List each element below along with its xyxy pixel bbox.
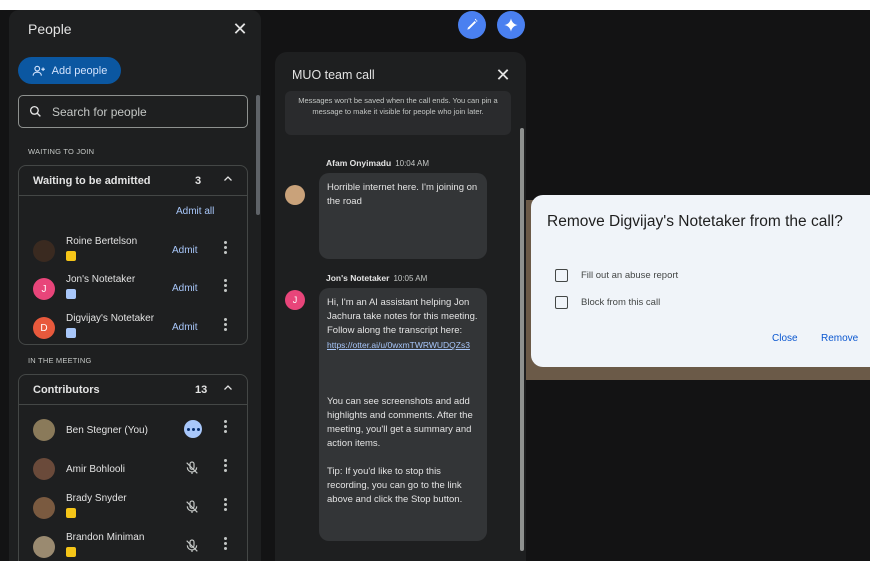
block-label: Block from this call: [581, 297, 661, 308]
close-icon: ✕: [232, 19, 248, 39]
participant-name: Roine Bertelson: [66, 236, 138, 247]
more-options-icon[interactable]: [224, 498, 228, 512]
more-actions-icon[interactable]: [184, 420, 202, 438]
admit-all-button[interactable]: Admit all: [176, 206, 214, 217]
add-person-icon: [32, 65, 45, 76]
sparkle-icon: [504, 18, 518, 32]
avatar: J: [33, 278, 55, 300]
add-people-label: Add people: [51, 64, 108, 77]
message-time: 10:04 AM: [395, 159, 429, 168]
mic-off-icon: [186, 539, 198, 552]
remove-participant-dialog: Remove Digvijay's Notetaker from the cal…: [531, 195, 870, 367]
close-chat-button[interactable]: ✕: [494, 66, 512, 84]
more-options-icon[interactable]: [224, 537, 228, 551]
badge-icon: [66, 508, 76, 518]
message-text: You can see screenshots and add highligh…: [327, 396, 473, 449]
dialog-title: Remove Digvijay's Notetaker from the cal…: [547, 213, 843, 230]
message-header: Jon's Notetaker 10:05 AM: [326, 273, 427, 283]
people-scrollbar[interactable]: [256, 95, 260, 215]
participant-name: Brady Snyder: [66, 493, 127, 504]
message-header: Afam Onyimadu 10:04 AM: [326, 158, 429, 168]
more-options-icon[interactable]: [224, 318, 228, 332]
gemini-button[interactable]: [497, 11, 525, 39]
more-options-icon[interactable]: [224, 459, 228, 473]
message-bubble: Horrible internet here. I'm joining on t…: [319, 173, 487, 259]
more-options-icon[interactable]: [224, 279, 228, 293]
contributor-row: Amir Bohlooli: [18, 450, 248, 486]
abuse-report-checkbox[interactable]: [555, 269, 568, 282]
contributors-group-header[interactable]: Contributors 13: [19, 375, 247, 405]
message-time: 10:05 AM: [393, 274, 428, 283]
waiting-row: J Jon's Notetaker Admit: [18, 270, 248, 306]
chat-notice: Messages won't be saved when the call en…: [285, 91, 511, 135]
remove-button[interactable]: Remove: [821, 333, 858, 344]
message-author: Jon's Notetaker: [326, 273, 390, 283]
avatar: [33, 240, 55, 262]
waiting-section-label: WAITING TO JOIN: [28, 147, 95, 156]
participant-name: Jon's Notetaker: [66, 274, 136, 285]
message-text: Horrible internet here. I'm joining on t…: [327, 182, 478, 207]
people-panel: People ✕ Add people Search for people WA…: [9, 10, 261, 561]
avatar: [33, 497, 55, 519]
message-text: Tip: If you'd like to stop this recordin…: [327, 466, 463, 505]
pen-icon: [467, 18, 478, 30]
participant-name: Brandon Miniman: [66, 532, 145, 543]
contributor-row: Ben Stegner (You): [18, 411, 248, 447]
close-button[interactable]: Close: [772, 333, 798, 344]
avatar: [285, 185, 305, 205]
avatar: [33, 536, 55, 558]
badge-icon: [66, 251, 76, 261]
participant-name: Amir Bohlooli: [66, 464, 125, 475]
waiting-row: D Digvijay's Notetaker Admit: [18, 309, 248, 345]
waiting-group-title: Waiting to be admitted: [33, 175, 151, 187]
badge-icon: [66, 547, 76, 557]
participant-name: Ben Stegner (You): [66, 425, 148, 436]
contributor-row: Brady Snyder: [18, 489, 248, 525]
meeting-section-label: IN THE MEETING: [28, 356, 92, 365]
chevron-up-icon[interactable]: [222, 382, 234, 394]
avatar: [33, 419, 55, 441]
add-people-button[interactable]: Add people: [18, 57, 121, 84]
transcript-link[interactable]: https://otter.ai/u/0wxmTWRWUDQZs3: [327, 340, 470, 350]
search-people-input[interactable]: Search for people: [18, 95, 248, 128]
pen-tool-button[interactable]: [458, 11, 486, 39]
avatar: [33, 458, 55, 480]
bot-badge-icon: [66, 328, 76, 338]
contributor-row: Brandon Miniman: [18, 528, 248, 561]
close-icon: ✕: [495, 65, 511, 85]
contributors-count: 13: [195, 384, 208, 396]
mic-off-icon: [186, 461, 198, 474]
message-text: Hi, I'm an AI assistant helping Jon Jach…: [327, 297, 478, 336]
block-checkbox[interactable]: [555, 296, 568, 309]
bot-badge-icon: [66, 289, 76, 299]
waiting-count: 3: [195, 175, 202, 187]
waiting-row: Roine Bertelson Admit: [18, 232, 248, 268]
chat-scrollbar[interactable]: [520, 128, 524, 551]
mic-off-icon: [186, 500, 198, 513]
search-icon: [29, 105, 41, 117]
chat-title: MUO team call: [292, 68, 375, 82]
people-panel-title: People: [28, 21, 72, 37]
message-bubble: Hi, I'm an AI assistant helping Jon Jach…: [319, 288, 487, 541]
avatar: J: [285, 290, 305, 310]
search-placeholder: Search for people: [52, 104, 147, 119]
close-people-panel-button[interactable]: ✕: [231, 20, 249, 38]
admit-button[interactable]: Admit: [172, 322, 198, 333]
more-options-icon[interactable]: [224, 420, 228, 434]
admit-button[interactable]: Admit: [172, 245, 198, 256]
avatar: D: [33, 317, 55, 339]
chevron-up-icon[interactable]: [222, 173, 234, 185]
message-author: Afam Onyimadu: [326, 158, 392, 168]
admit-button[interactable]: Admit: [172, 283, 198, 294]
contributors-group-title: Contributors: [33, 384, 100, 396]
participant-name: Digvijay's Notetaker: [66, 313, 155, 324]
abuse-report-label: Fill out an abuse report: [581, 270, 679, 281]
waiting-group-header[interactable]: Waiting to be admitted 3: [19, 166, 247, 196]
chat-panel: MUO team call ✕ Messages won't be saved …: [275, 52, 526, 561]
more-options-icon[interactable]: [224, 241, 228, 255]
